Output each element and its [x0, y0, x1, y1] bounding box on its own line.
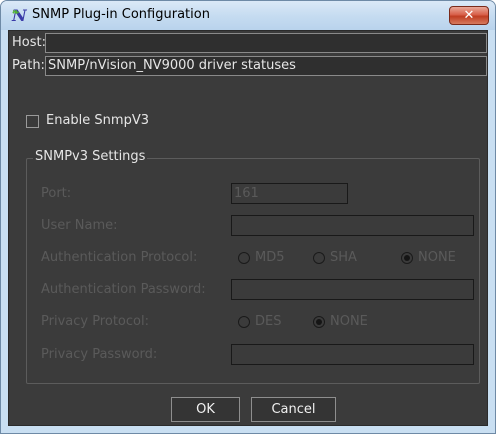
radio-circle[interactable]: [238, 252, 250, 264]
cancel-button[interactable]: Cancel: [251, 397, 336, 422]
close-icon: ✕: [463, 8, 475, 23]
user-name-input[interactable]: [231, 215, 474, 236]
title-bar[interactable]: ❧ N SNMP Plug-in Configuration ✕: [1, 1, 495, 30]
host-label: Host:: [12, 35, 46, 50]
dialog-content: Host: Path: SNMP/nVision_NV9000 driver s…: [8, 30, 488, 426]
enable-snmpv3-label: Enable SnmpV3: [46, 113, 149, 128]
auth-password-input[interactable]: [231, 279, 474, 300]
host-input[interactable]: [45, 33, 487, 53]
auth-protocol-none-label: NONE: [418, 250, 456, 265]
auth-protocol-label: Authentication Protocol:: [41, 250, 198, 265]
nvision-app-icon: ❧ N: [12, 6, 27, 25]
privacy-password-input[interactable]: [231, 344, 474, 365]
radio-circle[interactable]: [238, 316, 250, 328]
enable-snmpv3-checkbox-box[interactable]: [26, 115, 39, 128]
user-name-label: User Name:: [41, 218, 118, 233]
radio-circle[interactable]: [313, 252, 325, 264]
privacy-password-label: Privacy Password:: [41, 347, 158, 362]
privacy-protocol-label: Privacy Protocol:: [41, 314, 149, 329]
host-row: Host:: [9, 33, 487, 53]
path-input[interactable]: SNMP/nVision_NV9000 driver statuses: [45, 56, 487, 76]
privacy-protocol-none-label: NONE: [330, 314, 368, 329]
close-button[interactable]: ✕: [449, 6, 489, 25]
radio-circle-selected[interactable]: [401, 252, 413, 264]
ok-button[interactable]: OK: [171, 397, 240, 422]
snmpv3-settings-title: SNMPv3 Settings: [33, 149, 148, 164]
window-title: SNMP Plug-in Configuration: [32, 7, 210, 22]
dialog-window: ❧ N SNMP Plug-in Configuration ✕ Host: Pa…: [0, 0, 496, 434]
auth-protocol-sha-label: SHA: [330, 250, 357, 265]
path-label: Path:: [12, 58, 45, 73]
privacy-protocol-des-label: DES: [255, 314, 282, 329]
port-input[interactable]: 161: [231, 183, 348, 204]
radio-circle-selected[interactable]: [313, 316, 325, 328]
snmpv3-settings-group: SNMPv3 Settings Port: 161 User Name: Aut…: [26, 149, 480, 384]
auth-protocol-md5-label: MD5: [255, 250, 285, 265]
path-row: Path: SNMP/nVision_NV9000 driver statuse…: [9, 56, 487, 76]
auth-password-label: Authentication Password:: [41, 282, 206, 297]
port-label: Port:: [41, 186, 72, 201]
